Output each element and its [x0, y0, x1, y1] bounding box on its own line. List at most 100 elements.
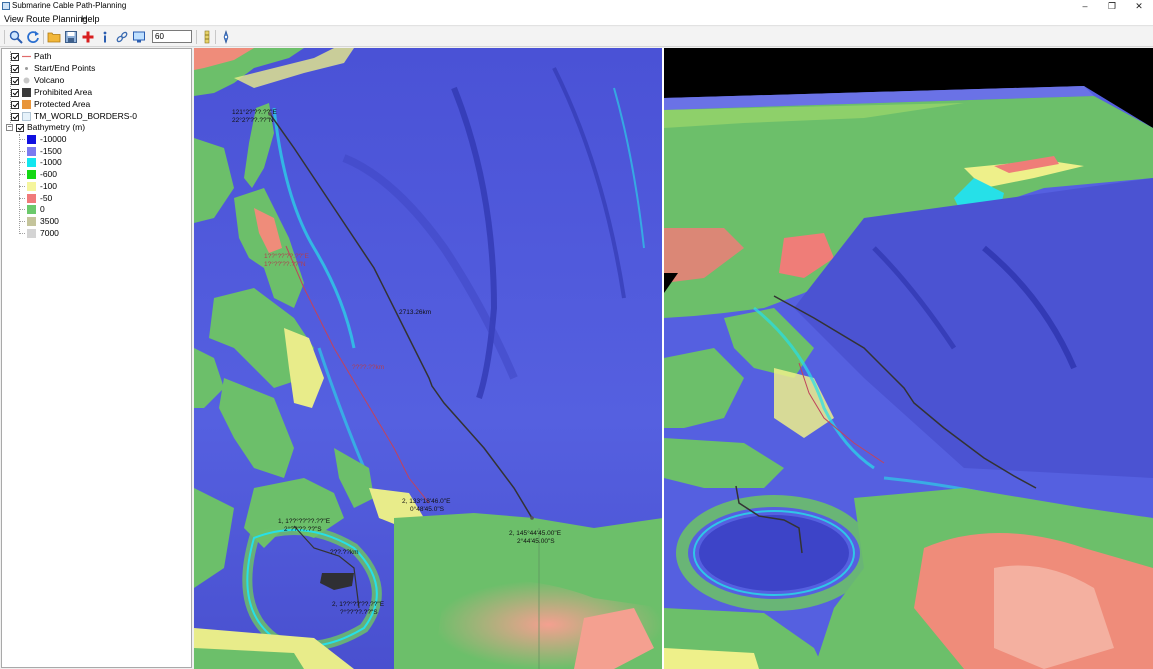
point-marker-icon [22, 64, 31, 73]
world-borders-swatch-icon [22, 112, 31, 121]
legend-swatch-icon [27, 170, 36, 180]
route-label: ?°??'??.??"S [340, 608, 378, 616]
legend-swatch-icon [27, 146, 36, 156]
prohibited-area-swatch-icon [22, 88, 31, 97]
layer-checkbox[interactable] [11, 52, 19, 61]
maximize-button[interactable]: ❐ [1100, 0, 1124, 12]
legend-label: -1500 [40, 145, 62, 156]
tree-connector [19, 232, 25, 234]
protected-area-swatch-icon [22, 100, 31, 109]
save-icon[interactable] [63, 29, 79, 45]
tree-connector [19, 134, 20, 234]
layer-label: Prohibited Area [34, 87, 93, 97]
end-point-marker[interactable] [530, 516, 534, 520]
minimize-button[interactable]: – [1073, 0, 1097, 12]
tree-connector [19, 185, 25, 187]
layer-item-volcano[interactable]: Volcano [11, 75, 64, 86]
layer-item-protected-area[interactable]: Protected Area [11, 99, 90, 110]
bathymetry-legend-item: 7000 [27, 228, 59, 239]
route-label: 1?°??'??.??"N [264, 260, 306, 268]
map-3d-canvas[interactable] [664, 48, 1153, 669]
layer-label: Protected Area [34, 99, 91, 109]
route-label: 1, 1??°??'??.??"E [278, 517, 331, 525]
map-2d-canvas[interactable]: 121°2?'??.??"E 22°2?'??.??"N 1??°??'??.?… [194, 48, 663, 669]
route-label: 2°44'45.00"S [517, 537, 555, 545]
zoom-level-input[interactable] [152, 30, 192, 43]
legend-swatch-icon [27, 181, 36, 191]
volcano-circle-icon [22, 76, 31, 85]
distance-label: ???.??km [330, 549, 359, 556]
path-line-icon [22, 52, 31, 61]
layer-checkbox[interactable] [11, 100, 19, 109]
legend-swatch-icon [27, 193, 36, 203]
compass-icon[interactable] [218, 29, 234, 45]
legend-label: 3500 [40, 215, 59, 226]
map-2d-view[interactable]: 121°2?'??.??"E 22°2?'??.??"N 1??°??'??.?… [194, 48, 663, 669]
toolbar-separator [196, 30, 197, 44]
close-button[interactable]: ✕ [1127, 0, 1151, 12]
toolbar-separator [43, 30, 44, 44]
tree-connector [19, 139, 25, 140]
layer-checkbox[interactable] [11, 64, 19, 73]
link-icon[interactable] [114, 29, 130, 45]
legend-swatch-icon [27, 216, 36, 226]
tree-connector [19, 220, 25, 222]
layer-label: Start/End Points [34, 63, 96, 73]
tree-connector [19, 174, 25, 176]
title-bar: Submarine Cable Path-Planning – ❐ ✕ [0, 0, 1153, 12]
bathymetry-legend-item: -10000 [27, 134, 66, 145]
distance-label: ????.??km [352, 364, 384, 371]
legend-label: -1000 [40, 157, 62, 168]
legend-swatch-icon [27, 135, 36, 144]
legend-label: -100 [40, 180, 58, 191]
screen-icon[interactable] [131, 29, 147, 45]
legend-swatch-icon [27, 158, 36, 168]
bathymetry-legend-item: -50 [27, 193, 52, 204]
layer-label: Path [34, 51, 52, 61]
app-icon [2, 2, 10, 10]
add-point-icon[interactable] [80, 29, 96, 45]
refresh-icon[interactable] [25, 29, 41, 45]
layer-checkbox[interactable] [11, 88, 19, 97]
distance-label: 2713.26km [399, 309, 431, 316]
scale-bar-icon[interactable] [199, 29, 215, 45]
layer-item-bathymetry[interactable]: Bathymetry (m) [16, 122, 85, 133]
layer-item-world-borders[interactable]: TM_WORLD_BORDERS-0 [11, 111, 137, 122]
map-3d-view[interactable] [664, 48, 1153, 669]
bathymetry-legend-item: -600 [27, 169, 57, 180]
menu-view[interactable]: View [4, 13, 23, 25]
toolbar-separator [215, 30, 216, 44]
app-window: Submarine Cable Path-Planning – ❐ ✕ View… [0, 0, 1153, 669]
bathymetry-legend-item: 0 [27, 204, 45, 215]
layer-label: Bathymetry (m) [27, 122, 86, 132]
route-label: 1??°??'??.??"E [264, 252, 309, 260]
route-label: 0°48'45.0"S [410, 505, 445, 513]
legend-label: 0 [40, 204, 45, 215]
bathymetry-legend-item: -100 [27, 181, 57, 192]
window-title: Submarine Cable Path-Planning [12, 1, 127, 10]
layer-checkbox[interactable] [11, 76, 19, 85]
open-folder-icon[interactable] [46, 29, 62, 45]
route-label: 2, 133°18'46.0"E [402, 497, 451, 505]
menu-bar: View Route Planning Help [0, 12, 1153, 26]
layer-item-start-end-points[interactable]: Start/End Points [11, 63, 95, 74]
layer-checkbox[interactable] [16, 123, 24, 132]
legend-label: -10000 [40, 134, 67, 144]
route-label: 2, 1??°??'??.??"E [332, 600, 385, 608]
menu-help[interactable]: Help [81, 13, 100, 25]
zoom-icon[interactable] [8, 29, 24, 45]
tree-connector [19, 197, 25, 199]
collapse-toggle[interactable]: − [6, 124, 13, 131]
layer-label: TM_WORLD_BORDERS-0 [34, 111, 137, 121]
start-point-marker[interactable] [268, 112, 272, 116]
layer-item-prohibited-area[interactable]: Prohibited Area [11, 87, 92, 98]
legend-label: -50 [40, 192, 53, 203]
tree-connector [19, 162, 25, 164]
layer-checkbox[interactable] [11, 112, 19, 121]
layer-item-path[interactable]: Path [11, 51, 52, 62]
route-label: 2, 145°44'45.00"E [509, 529, 562, 537]
bathymetry-legend-item: -1500 [27, 146, 62, 157]
info-icon[interactable] [97, 29, 113, 45]
toolbar-grip [4, 30, 5, 44]
menu-route-planning[interactable]: Route Planning [26, 13, 88, 25]
